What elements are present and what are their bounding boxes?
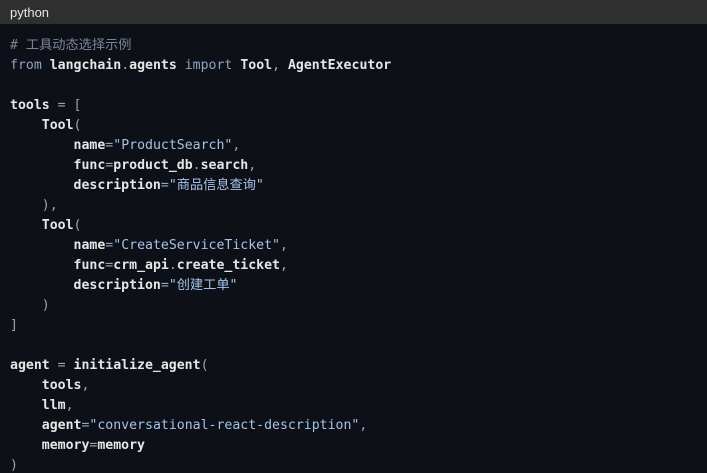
code-line: agent="conversational-react-description"…: [10, 416, 697, 436]
code-line: tools = [: [10, 96, 697, 116]
code-token-ident: name: [73, 238, 106, 253]
code-token-ident: tools: [41, 378, 82, 393]
code-token-op: ,: [280, 258, 288, 273]
code-token-ident: agent: [41, 418, 82, 433]
code-content[interactable]: # 工具动态选择示例 from langchain.agents import T…: [10, 36, 697, 473]
code-token-op: ),: [41, 198, 58, 213]
code-token-ident: initialize_agent: [73, 358, 201, 373]
code-token-string: "商品信息查询": [168, 178, 264, 193]
code-token-op: (: [73, 218, 82, 233]
code-token-ident: langchain: [49, 58, 122, 73]
code-token-op: ): [41, 298, 50, 313]
code-line: tools,: [10, 376, 697, 396]
code-line: func=product_db.search,: [10, 156, 697, 176]
code-token-ident: product_db: [113, 158, 193, 173]
code-token-ident: llm: [41, 398, 66, 413]
code-line: Tool(: [10, 116, 697, 136]
code-line: agent = initialize_agent(: [10, 356, 697, 376]
code-token-op: ,: [272, 58, 288, 73]
code-token-op: ,: [279, 238, 288, 253]
code-token-op: ,: [232, 138, 241, 153]
code-line: ]: [10, 316, 697, 336]
code-token-ident: create_ticket: [176, 258, 280, 273]
code-token-op: .: [168, 258, 177, 273]
code-token-op: .: [192, 158, 201, 173]
code-line: func=crm_api.create_ticket,: [10, 256, 697, 276]
code-token-ident: func: [73, 158, 106, 173]
code-token-ident: Tool: [240, 58, 273, 73]
code-token-op: (: [73, 118, 82, 133]
code-token-comment: # 工具动态选择示例: [10, 38, 132, 53]
code-line: # 工具动态选择示例: [10, 36, 697, 56]
code-token-string: "创建工单": [168, 278, 238, 293]
code-token-ident: AgentExecutor: [287, 58, 392, 73]
code-token-string: "CreateServiceTicket": [113, 238, 280, 253]
code-token-ident: memory: [97, 438, 145, 453]
code-token-keyword: from: [10, 58, 42, 73]
code-token-ident: name: [73, 138, 106, 153]
code-token-op: =: [49, 358, 74, 373]
code-token-ident: tools: [10, 98, 50, 113]
code-token-ident: description: [73, 178, 161, 193]
code-token-ident: agents: [129, 58, 177, 73]
code-token-op: (: [200, 358, 209, 373]
language-label: python: [10, 4, 50, 20]
code-line: ),: [10, 196, 697, 216]
code-token-op: ,: [248, 158, 257, 173]
code-line: ): [10, 296, 697, 316]
code-block-header: python: [0, 0, 707, 24]
code-line: name="CreateServiceTicket",: [10, 236, 697, 256]
code-token-ident: memory: [41, 438, 90, 453]
code-token-op: ,: [359, 418, 368, 433]
code-line: from langchain.agents import Tool, Agent…: [10, 56, 697, 76]
code-line: name="ProductSearch",: [10, 136, 697, 156]
code-token-op: ]: [10, 318, 18, 333]
code-token-ident: agent: [10, 358, 50, 373]
code-token-op: ,: [81, 378, 90, 393]
code-token-keyword: import: [184, 58, 233, 73]
code-token-string: "ProductSearch": [113, 138, 233, 153]
code-token-ident: Tool: [41, 218, 74, 233]
code-token-op: =: [160, 178, 169, 193]
code-line: description="创建工单": [10, 276, 697, 296]
code-line: memory=memory: [10, 436, 697, 456]
code-token-op: = [: [49, 98, 82, 113]
code-line: llm,: [10, 396, 697, 416]
code-token-op: .: [121, 58, 130, 73]
code-line: ): [10, 456, 697, 473]
code-token-op: ,: [65, 398, 74, 413]
code-token-op: ): [10, 458, 18, 473]
code-token-ident: Tool: [41, 118, 74, 133]
code-token-ident: func: [73, 258, 106, 273]
code-token-string: "conversational-react-description": [89, 418, 360, 433]
code-body[interactable]: # 工具动态选择示例 from langchain.agents import T…: [0, 24, 707, 473]
code-token-op: =: [160, 278, 169, 293]
code-line: description="商品信息查询": [10, 176, 697, 196]
code-token-ident: description: [73, 278, 161, 293]
code-block: python # 工具动态选择示例 from langchain.agents i…: [0, 0, 707, 473]
code-token-ident: search: [200, 158, 249, 173]
code-token-ident: crm_api: [113, 258, 169, 273]
code-line: Tool(: [10, 216, 697, 236]
